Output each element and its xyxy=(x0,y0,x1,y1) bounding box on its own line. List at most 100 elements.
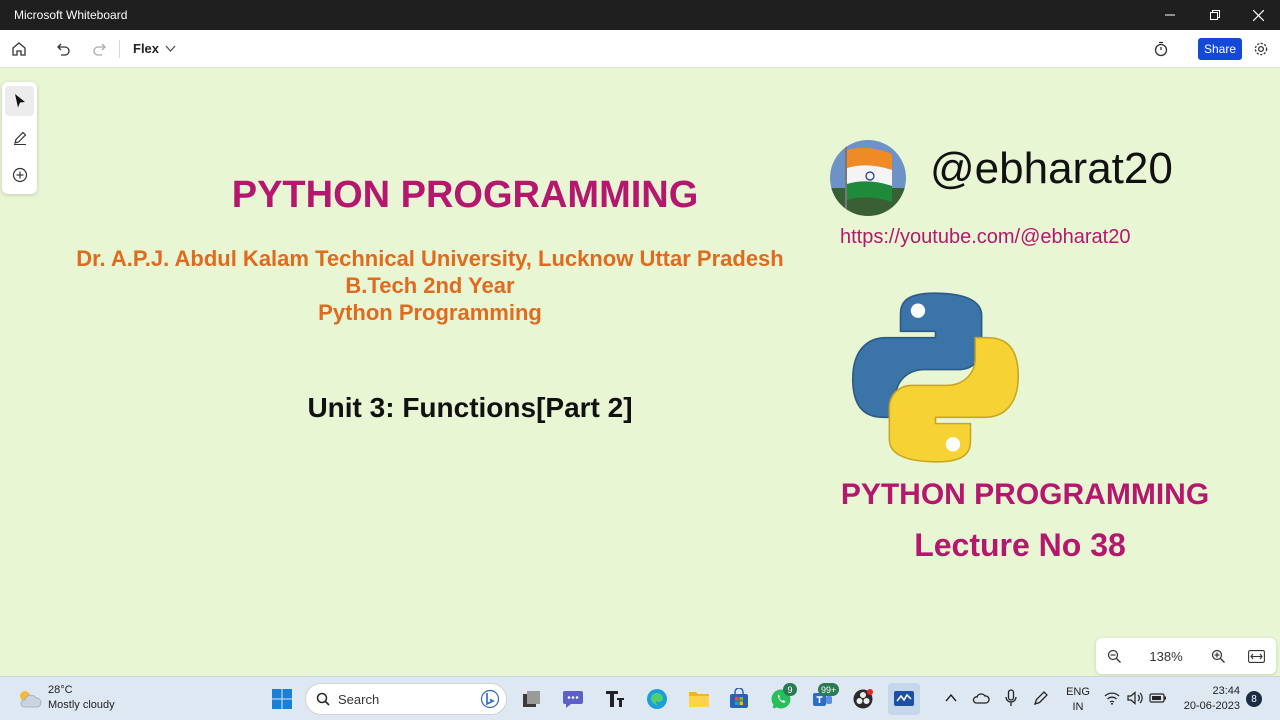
chat-icon xyxy=(563,691,583,708)
redo-button[interactable] xyxy=(85,30,115,68)
speaker-icon xyxy=(1126,691,1143,705)
chevron-up-icon xyxy=(945,694,957,702)
pen-icon xyxy=(13,131,26,145)
language-region: IN xyxy=(1072,701,1084,713)
wifi-tray[interactable] xyxy=(1101,687,1123,709)
fit-to-screen-button[interactable] xyxy=(1238,638,1274,674)
zoom-in-button[interactable] xyxy=(1200,638,1236,674)
python-logo xyxy=(848,290,1023,465)
taskbar-store[interactable] xyxy=(723,683,755,715)
show-hidden-icons-button[interactable] xyxy=(940,687,962,709)
microphone-tray[interactable] xyxy=(1000,687,1022,709)
minimize-button[interactable] xyxy=(1148,0,1192,30)
window-title: Microsoft Whiteboard xyxy=(14,8,128,22)
task-view-icon xyxy=(523,691,540,707)
search-icon xyxy=(316,692,330,706)
edge-browser-icon xyxy=(647,689,667,709)
battery-icon xyxy=(1149,693,1166,703)
home-icon xyxy=(12,42,26,56)
year-text: B.Tech 2nd Year xyxy=(345,273,515,298)
store-icon xyxy=(730,688,748,708)
notification-count-badge[interactable]: 8 xyxy=(1246,691,1262,707)
cloud-icon xyxy=(972,693,990,704)
battery-tray[interactable] xyxy=(1147,687,1169,709)
subject-text: Python Programming xyxy=(318,300,542,325)
taskbar-whiteboard[interactable] xyxy=(888,683,920,715)
zoom-out-icon xyxy=(1107,649,1121,663)
search-placeholder: Search xyxy=(338,691,380,707)
redo-icon xyxy=(93,43,106,56)
onedrive-tray[interactable] xyxy=(970,687,992,709)
close-button[interactable] xyxy=(1236,0,1280,30)
language-code: ENG xyxy=(1066,686,1090,698)
board-name-label: Flex xyxy=(133,41,160,56)
weather-condition: Mostly cloudy xyxy=(48,699,115,711)
taskbar-text-app[interactable] xyxy=(599,683,631,715)
youtube-link[interactable]: https://youtube.com/@ebharat20 xyxy=(840,226,1130,249)
gear-icon xyxy=(1254,42,1268,56)
zoom-level: 138% xyxy=(1149,649,1183,664)
zoom-control: 138% xyxy=(1096,638,1276,674)
bing-icon xyxy=(480,689,500,709)
unit-title: Unit 3: Functions[Part 2] xyxy=(307,392,633,423)
tool-rail xyxy=(2,82,37,194)
whiteboard-app-icon xyxy=(894,691,914,706)
india-flag-image xyxy=(830,140,906,216)
weather-temperature: 28°C xyxy=(48,684,73,696)
taskbar-teams[interactable]: 99+ xyxy=(806,683,840,715)
input-language[interactable]: ENG IN xyxy=(1066,685,1090,715)
whatsapp-badge: 9 xyxy=(783,683,797,696)
microphone-icon xyxy=(1005,689,1017,706)
system-clock[interactable]: 23:44 20-06-2023 xyxy=(1176,684,1240,714)
taskbar-obs[interactable] xyxy=(847,683,879,715)
add-tool[interactable] xyxy=(5,160,34,190)
main-title: PYTHON PROGRAMMING xyxy=(231,174,699,216)
lecture-number: Lecture No 38 xyxy=(914,527,1126,563)
channel-handle: @ebharat20 xyxy=(930,144,1173,193)
chevron-down-icon xyxy=(165,45,176,52)
share-button[interactable]: Share xyxy=(1198,38,1242,60)
start-button[interactable] xyxy=(266,683,298,715)
windows-logo-icon xyxy=(272,689,292,709)
volume-tray[interactable] xyxy=(1124,687,1146,709)
taskbar-whatsapp[interactable]: 9 xyxy=(765,683,797,715)
taskbar: 28°C Mostly cloudy Search 9 99+ ENG IN 2… xyxy=(0,676,1280,720)
obs-recorder-icon xyxy=(853,689,873,709)
university-text: Dr. A.P.J. Abdul Kalam Technical Univers… xyxy=(76,246,784,271)
cursor-icon xyxy=(14,94,25,108)
taskbar-edge[interactable] xyxy=(641,683,673,715)
pen-icon xyxy=(1033,691,1048,706)
undo-button[interactable] xyxy=(48,30,78,68)
settings-button[interactable] xyxy=(1246,30,1276,68)
minimize-icon xyxy=(1165,14,1175,16)
undo-icon xyxy=(57,43,70,56)
board-name-dropdown[interactable]: Flex xyxy=(133,41,176,56)
wifi-icon xyxy=(1104,692,1120,705)
close-icon xyxy=(1252,9,1264,21)
task-view-button[interactable] xyxy=(516,683,548,715)
cloudy-weather-icon xyxy=(20,691,42,708)
plus-circle-icon xyxy=(12,167,27,183)
weather-widget[interactable]: 28°C Mostly cloudy xyxy=(16,683,115,713)
title-bar: Microsoft Whiteboard xyxy=(0,0,1280,30)
timer-button[interactable] xyxy=(1146,30,1176,68)
app-toolbar: Flex Share xyxy=(0,30,1280,68)
taskbar-search[interactable]: Search xyxy=(305,683,507,715)
text-tool-icon xyxy=(606,691,624,707)
pen-tool[interactable] xyxy=(5,123,34,153)
right-title: PYTHON PROGRAMMING xyxy=(840,478,1210,511)
restore-button[interactable] xyxy=(1193,0,1237,30)
taskbar-chat[interactable] xyxy=(557,683,589,715)
home-button[interactable] xyxy=(4,30,34,68)
zoom-in-icon xyxy=(1211,649,1225,663)
clock-date: 20-06-2023 xyxy=(1183,700,1240,712)
zoom-out-button[interactable] xyxy=(1096,638,1132,674)
taskbar-file-explorer[interactable] xyxy=(683,683,715,715)
pen-menu-tray[interactable] xyxy=(1030,687,1052,709)
select-tool[interactable] xyxy=(5,86,34,116)
restore-icon xyxy=(1210,10,1220,20)
teams-badge: 99+ xyxy=(818,683,840,696)
fit-screen-icon xyxy=(1247,649,1265,663)
clock-time: 23:44 xyxy=(1212,685,1240,697)
channel-avatar xyxy=(830,140,906,216)
